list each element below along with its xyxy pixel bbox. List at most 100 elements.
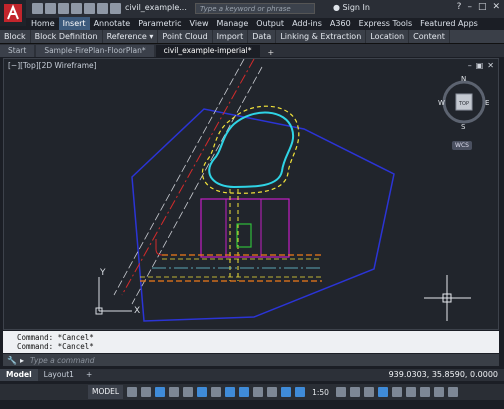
road-edge-white-2 — [131, 66, 263, 305]
model-space-toggle[interactable]: MODEL — [88, 385, 124, 399]
ribbon-tab-express-tools[interactable]: Express Tools — [355, 17, 417, 30]
polar-tracking-icon[interactable] — [197, 387, 208, 397]
dynamic-input-icon[interactable] — [169, 387, 180, 397]
print-icon[interactable] — [84, 3, 95, 14]
ribbon-tab-view[interactable]: View — [186, 17, 213, 30]
minimize-icon[interactable]: – — [467, 2, 472, 12]
ribbon-panel-reference[interactable]: Reference ▾ — [103, 30, 159, 43]
snap-mode-icon[interactable] — [141, 387, 152, 397]
quick-properties-icon[interactable] — [377, 387, 388, 397]
undo-icon[interactable] — [97, 3, 108, 14]
road-curve-red — [155, 239, 163, 256]
ribbon-panel-data[interactable]: Data — [248, 30, 277, 43]
ucs-icon — [95, 277, 132, 315]
hardware-acceleration-icon[interactable] — [419, 387, 430, 397]
command-input[interactable]: Type a command — [30, 356, 95, 365]
ribbon-panel-point-cloud[interactable]: Point Cloud — [158, 30, 213, 43]
ribbon-tab-featured-apps[interactable]: Featured Apps — [416, 17, 482, 30]
application-menu-button[interactable] — [0, 0, 26, 26]
search-input[interactable]: Type a keyword or phrase — [195, 3, 315, 14]
open-icon[interactable] — [45, 3, 56, 14]
clean-screen-icon[interactable] — [433, 387, 444, 397]
ribbon-tab-annotate[interactable]: Annotate — [90, 17, 135, 30]
ribbon-panel-import[interactable]: Import — [213, 30, 249, 43]
ribbon-tab-parametric[interactable]: Parametric — [134, 17, 185, 30]
new-icon[interactable] — [32, 3, 43, 14]
layout-tab-layout1[interactable]: Layout1 — [38, 369, 80, 381]
road-centerline-red — [121, 59, 255, 296]
annotation-scale[interactable]: 1:50 — [309, 388, 332, 397]
ribbon-tab-insert[interactable]: Insert — [58, 17, 90, 30]
ribbon-panel-block[interactable]: Block — [0, 30, 31, 43]
ribbon-tab-manage[interactable]: Manage — [213, 17, 253, 30]
isolate-objects-icon[interactable] — [405, 387, 416, 397]
ribbon-panel-bar: Block Block Definition Reference ▾ Point Cl… — [0, 30, 504, 44]
maximize-icon[interactable]: □ — [478, 2, 487, 12]
sign-in-label: Sign In — [342, 3, 370, 12]
file-tab[interactable]: Sample-FirePlan-FloorPlan* — [36, 45, 154, 57]
status-bar: MODEL 1:50 — [0, 384, 504, 400]
sign-in-button[interactable]: ● Sign In — [333, 3, 370, 12]
new-file-tab-button[interactable]: + — [262, 48, 281, 57]
road-edge-white — [113, 59, 245, 296]
viewcube-s-label: S — [461, 123, 466, 131]
file-tab[interactable]: Start — [0, 45, 35, 57]
close-icon[interactable]: ✕ — [492, 2, 500, 12]
ortho-mode-icon[interactable] — [183, 387, 194, 397]
viewcube-top-label: TOP — [458, 101, 469, 107]
workspace-gear-icon[interactable] — [335, 387, 346, 397]
drawing-viewport[interactable]: [−][Top][2D Wireframe] – ▣ ✕ Y X TOP N S… — [3, 58, 499, 330]
ribbon-tab-add-ins[interactable]: Add-ins — [288, 17, 326, 30]
annotation-visibility-icon[interactable] — [281, 387, 292, 397]
ribbon-panel-linking-extraction[interactable]: Linking & Extraction — [276, 30, 367, 43]
wrench-icon[interactable]: 🔧 — [7, 356, 17, 365]
ribbon-panel-content[interactable]: Content — [409, 30, 450, 43]
lock-ui-icon[interactable] — [391, 387, 402, 397]
ribbon-tab-home[interactable]: Home — [27, 17, 59, 30]
new-layout-button[interactable]: + — [80, 369, 98, 381]
redo-icon[interactable] — [110, 3, 121, 14]
save-icon[interactable] — [58, 3, 69, 14]
annotation-monitor-icon[interactable] — [349, 387, 360, 397]
document-title: civil_example... — [125, 3, 187, 12]
quick-access-toolbar — [32, 3, 121, 14]
command-history: Command: *Cancel* Command: *Cancel* — [3, 331, 499, 353]
layout-tab-model[interactable]: Model — [0, 369, 38, 381]
user-icon: ● — [333, 3, 340, 12]
viewcube-n-label: N — [461, 75, 466, 83]
title-bar: civil_example... Type a keyword or phras… — [0, 0, 504, 26]
command-line: 🔧 ▸ Type a command — [3, 354, 499, 366]
transparency-icon[interactable] — [267, 387, 278, 397]
site-boundary — [131, 108, 395, 322]
object-snap-icon[interactable] — [239, 387, 250, 397]
help-button[interactable]: ? — [457, 2, 462, 12]
ribbon-panel-location[interactable]: Location — [366, 30, 410, 43]
window-controls: ? – □ ✕ — [457, 2, 500, 12]
ribbon-tab-output[interactable]: Output — [252, 17, 288, 30]
wcs-menu-button[interactable]: WCS — [452, 141, 472, 150]
ucs-y-label: Y — [99, 268, 106, 278]
command-line-buttons: 🔧 ▸ — [3, 356, 24, 365]
viewcube-w-label: W — [438, 99, 445, 107]
coordinate-readout[interactable]: 939.0303, 35.8590, 0.0000 — [389, 369, 498, 381]
grid-icon[interactable] — [127, 387, 138, 397]
garage-green — [236, 223, 252, 248]
lineweight-icon[interactable] — [253, 387, 264, 397]
building-outline — [200, 198, 290, 258]
customization-menu-icon[interactable] — [447, 387, 458, 397]
save-as-icon[interactable] — [71, 3, 82, 14]
recent-commands-icon[interactable]: ▸ — [20, 356, 24, 365]
auto-scale-icon[interactable] — [295, 387, 306, 397]
autocad-logo-icon — [4, 4, 22, 22]
command-history-line: Command: *Cancel* — [17, 333, 94, 342]
crosshair-cursor — [424, 275, 471, 321]
viewcube-e-label: E — [485, 99, 489, 107]
file-tab[interactable]: civil_example-imperial* — [155, 45, 260, 57]
infer-constraints-icon[interactable] — [155, 387, 166, 397]
object-snap-tracking-icon[interactable] — [225, 387, 236, 397]
ribbon-panel-block-definition[interactable]: Block Definition — [31, 30, 103, 43]
units-icon[interactable] — [363, 387, 374, 397]
ucs-x-label: X — [134, 306, 140, 316]
ribbon-tab-a360[interactable]: A360 — [326, 17, 355, 30]
isodraft-icon[interactable] — [211, 387, 222, 397]
